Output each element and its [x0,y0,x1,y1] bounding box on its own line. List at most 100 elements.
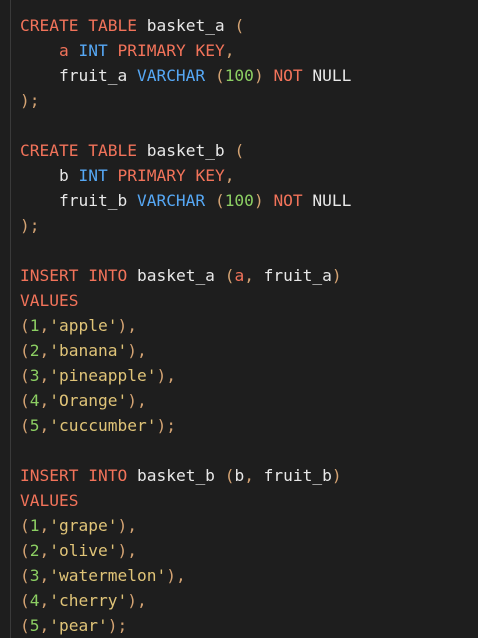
code-token: INT [78,41,108,60]
code-line[interactable]: (4,'cherry'), [20,588,351,613]
code-line[interactable]: (1,'apple'), [20,313,351,338]
code-token: ( [214,66,225,85]
code-token: CREATE [20,16,79,35]
code-line[interactable]: INSERT INTO basket_b (b, fruit_b) [20,463,351,488]
code-line[interactable]: (2,'olive'), [20,538,351,563]
code-token: 5 [29,616,40,635]
code-token: ), [127,391,147,410]
code-token: basket_b [127,466,225,485]
code-token: 'olive' [49,541,118,560]
code-token: ( [224,466,235,485]
code-line[interactable]: (2,'banana'), [20,338,351,363]
code-line[interactable]: (1,'grape'), [20,513,351,538]
code-line[interactable]: CREATE TABLE basket_a ( [20,13,351,38]
code-token: ), [127,341,147,360]
code-token: 3 [29,566,40,585]
code-token: b [234,466,245,485]
code-token: a [58,41,69,60]
code-token: , [39,591,50,610]
code-line[interactable] [20,113,351,138]
code-token: NULL [302,66,352,85]
code-token: VARCHAR [136,66,206,85]
code-line[interactable]: VALUES [20,288,351,313]
code-token: , [39,416,50,435]
code-line[interactable]: fruit_b VARCHAR (100) NOT NULL [20,188,351,213]
code-line[interactable]: (3,'watermelon'), [20,563,351,588]
code-token: 5 [29,416,40,435]
code-line[interactable]: a INT PRIMARY KEY, [20,38,351,63]
code-token: INTO [88,466,128,485]
code-token: fruit_a [253,266,332,285]
code-token: basket_a [136,16,235,35]
code-token: ); [20,216,40,235]
code-line[interactable]: (5,'pear'); [20,613,351,638]
code-token: 1 [29,316,40,335]
indent-guide [10,0,11,638]
code-token: 'watermelon' [49,566,167,585]
code-token: ( [20,541,30,560]
code-token: , [39,316,50,335]
code-line[interactable] [20,438,351,463]
code-line[interactable]: (4,'Orange'), [20,388,351,413]
code-token: ( [20,416,30,435]
code-token: TABLE [88,141,137,160]
code-token: ( [224,266,235,285]
code-line[interactable]: (3,'pineapple'), [20,363,351,388]
code-token: 3 [29,366,40,385]
code-token: a [234,266,245,285]
code-token: , [39,366,50,385]
code-token: 4 [29,591,40,610]
code-token: VALUES [20,491,79,510]
code-token: INT [78,166,108,185]
code-token: ), [127,591,147,610]
code-token: ), [117,541,137,560]
code-area[interactable]: CREATE TABLE basket_a ( a INT PRIMARY KE… [20,13,351,638]
code-token: NULL [302,191,352,210]
code-line[interactable] [20,238,351,263]
code-token: 'cherry' [49,591,128,610]
code-token: 2 [29,541,40,560]
code-token: ) [253,191,264,210]
code-token: 100 [224,191,254,210]
code-token: , [244,266,254,285]
code-line[interactable]: ); [20,88,351,113]
code-token: ( [20,566,30,585]
code-token: VARCHAR [136,191,206,210]
code-line[interactable]: ); [20,213,351,238]
code-line[interactable]: INSERT INTO basket_a (a, fruit_a) [20,263,351,288]
code-token: ); [107,616,128,635]
code-line[interactable]: b INT PRIMARY KEY, [20,163,351,188]
code-line[interactable]: CREATE TABLE basket_b ( [20,138,351,163]
code-token: 'pineapple' [49,366,157,385]
code-token: ( [20,316,30,335]
code-line[interactable]: (5,'cuccumber'); [20,413,351,438]
code-line[interactable]: fruit_a VARCHAR (100) NOT NULL [20,63,351,88]
code-token: 4 [29,391,40,410]
code-token: CREATE [20,141,79,160]
code-token: , [39,616,50,635]
code-token: basket_b [136,141,235,160]
code-token: 1 [29,516,40,535]
code-token: ( [20,616,30,635]
code-token: ), [166,566,186,585]
code-token: 'apple' [49,316,118,335]
code-token: PRIMARY [117,166,186,185]
code-token: 'grape' [49,516,118,535]
code-editor[interactable]: CREATE TABLE basket_a ( a INT PRIMARY KE… [0,0,478,638]
code-token: , [224,166,235,185]
code-line[interactable]: VALUES [20,488,351,513]
code-token: fruit_a [20,66,137,85]
code-token: KEY [195,41,225,60]
code-token: fruit_b [253,466,332,485]
code-token: INTO [88,266,128,285]
code-token: ); [156,416,176,435]
code-token: ) [331,466,342,485]
